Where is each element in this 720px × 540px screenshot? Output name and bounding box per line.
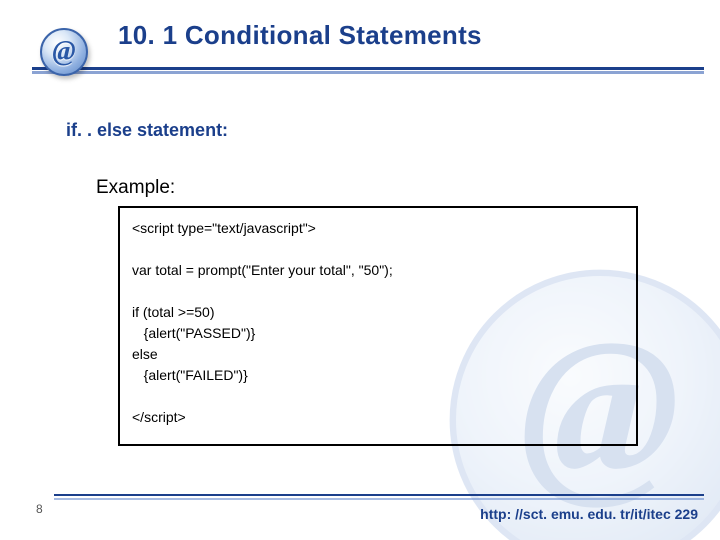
footer-rule-top xyxy=(54,494,704,496)
code-line: <script type="text/javascript"> xyxy=(132,220,316,236)
code-line: {alert("PASSED")} xyxy=(132,325,255,341)
footer-rule-bottom xyxy=(54,498,704,500)
page-title: 10. 1 Conditional Statements xyxy=(118,20,482,51)
footer-url: http: //sct. emu. edu. tr/it/itec 229 xyxy=(480,506,698,522)
logo: @ xyxy=(40,22,96,78)
section-subtitle: if. . else statement: xyxy=(66,120,228,141)
code-line: else xyxy=(132,346,158,362)
code-line: {alert("FAILED")} xyxy=(132,367,248,383)
at-icon: @ xyxy=(40,28,88,76)
title-rule-bottom xyxy=(32,71,704,74)
slide: @ @ 10. 1 Conditional Statements if. . e… xyxy=(0,0,720,540)
code-line: var total = prompt("Enter your total", "… xyxy=(132,262,393,278)
example-label: Example: xyxy=(96,177,175,199)
code-line: if (total >=50) xyxy=(132,304,215,320)
page-number: 8 xyxy=(36,502,43,516)
code-box: <script type="text/javascript"> var tota… xyxy=(118,206,638,446)
code-line: </script> xyxy=(132,409,186,425)
title-rule-top xyxy=(32,67,704,70)
